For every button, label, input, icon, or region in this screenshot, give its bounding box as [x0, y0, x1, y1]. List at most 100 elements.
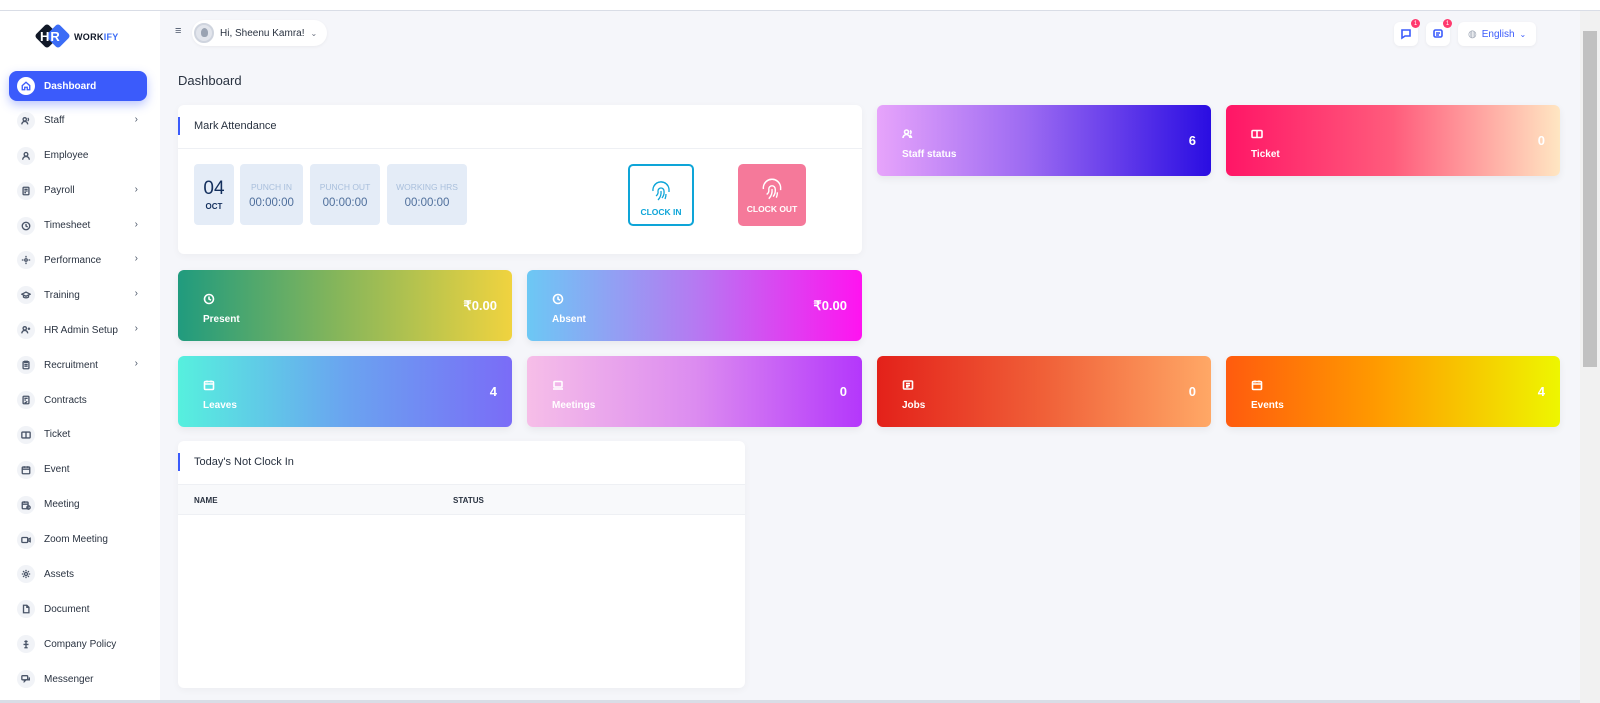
chevron-right-icon: › [134, 253, 138, 265]
absent-tile[interactable]: Absent ₹0.00 [527, 270, 862, 341]
tile-value: 0 [1188, 384, 1196, 399]
sidebar-item-assets[interactable]: Assets [9, 559, 147, 589]
logo-text: WORKIFY [74, 32, 119, 42]
sidebar-item-label: Company Policy [44, 638, 117, 650]
working-hrs-label: WORKING HRS [396, 182, 458, 192]
sidebar-item-label: Meeting [44, 499, 80, 511]
sidebar-item-label: Assets [44, 568, 75, 580]
chevron-right-icon: › [134, 323, 138, 335]
news-icon [902, 379, 914, 391]
sidebar-item-document[interactable]: Document [9, 594, 147, 624]
clipboard-icon [17, 356, 35, 375]
tile-label: Events [1251, 400, 1284, 411]
sidebar-item-messenger[interactable]: Messenger [9, 664, 147, 694]
clock-in-button[interactable]: CLOCK IN [628, 164, 694, 226]
sidebar-item-label: Zoom Meeting [44, 534, 108, 546]
sidebar-item-hr-admin-setup[interactable]: HR Admin Setup › [9, 315, 147, 345]
chevron-right-icon: › [134, 288, 138, 300]
graduation-cap-icon [17, 286, 35, 305]
tile-label: Absent [552, 314, 586, 325]
clock-in-label: CLOCK IN [640, 207, 682, 217]
clock-out-label: CLOCK OUT [746, 204, 798, 214]
receipt-icon [17, 181, 35, 200]
tile-label: Staff status [902, 149, 957, 160]
file-icon [17, 600, 35, 619]
policy-icon [17, 635, 35, 654]
brand-logo[interactable]: HR WORKIFY [34, 23, 119, 49]
mark-attendance-card: Mark Attendance 04 OCT PUNCH IN 00:00:00… [178, 105, 862, 254]
messages-button[interactable]: 1 [1394, 19, 1420, 46]
present-tile[interactable]: Present ₹0.00 [178, 270, 512, 341]
clock-icon [552, 293, 564, 305]
jobs-tile[interactable]: Jobs 0 [877, 356, 1211, 427]
fingerprint-icon [762, 178, 782, 200]
sidebar-item-payroll[interactable]: Payroll › [9, 176, 147, 206]
sidebar-item-label: Ticket [44, 429, 71, 441]
clock-icon [203, 293, 215, 305]
notification-icon [1433, 29, 1443, 38]
tile-value: 0 [839, 384, 847, 399]
sidebar-item-dashboard[interactable]: Dashboard [9, 71, 147, 101]
sidebar-item-contracts[interactable]: Contracts [9, 385, 147, 415]
tile-label: Leaves [203, 400, 237, 411]
ticket-tile[interactable]: Ticket 0 [1226, 105, 1560, 176]
staff-status-tile[interactable]: Staff status 6 [877, 105, 1211, 176]
sidebar-item-zoom-meeting[interactable]: Zoom Meeting [9, 525, 147, 555]
sidebar-item-label: Messenger [44, 673, 94, 685]
tile-value: 0 [1537, 133, 1545, 148]
meetings-tile[interactable]: Meetings 0 [527, 356, 862, 427]
top-header: ≡ Hi, Sheenu Kamra! ⌄ 1 1 ◍ English ⌄ [160, 11, 1580, 57]
sidebar-item-label: Staff [44, 115, 65, 127]
sidebar-item-meeting[interactable]: Meeting [9, 490, 147, 520]
sidebar-item-ticket[interactable]: Ticket [9, 420, 147, 450]
contract-icon [17, 391, 35, 410]
punch-in-label: PUNCH IN [250, 182, 293, 192]
working-hrs-value: 00:00:00 [404, 197, 450, 209]
working-hrs-box: WORKING HRS 00:00:00 [387, 164, 467, 225]
sidebar-item-employee[interactable]: Employee [9, 141, 147, 171]
logo-mark: HR [34, 23, 71, 49]
sidebar: HR WORKIFY Dashboard Staff › Employee Payrol… [0, 11, 160, 703]
calendar-icon [1251, 379, 1263, 391]
page-title: Dashboard [178, 73, 242, 88]
ticket-icon [1251, 128, 1263, 140]
tile-label: Present [203, 314, 240, 325]
calendar-icon [203, 379, 215, 391]
events-tile[interactable]: Events 4 [1226, 356, 1560, 427]
calendar-icon [17, 460, 35, 479]
browser-top-edge [0, 0, 1600, 11]
chevron-right-icon: › [134, 358, 138, 370]
language-selector[interactable]: ◍ English ⌄ [1458, 22, 1537, 46]
sidebar-item-label: Training [44, 289, 80, 301]
laptop-icon [552, 379, 564, 391]
gear-icon [17, 565, 35, 584]
calendar-time-icon [17, 495, 35, 514]
scrollbar-thumb[interactable] [1583, 31, 1597, 367]
sidebar-item-event[interactable]: Event [9, 455, 147, 485]
vertical-scrollbar[interactable] [1580, 11, 1600, 703]
users-icon [902, 128, 914, 140]
users-icon [17, 111, 35, 130]
tile-label: Jobs [902, 400, 926, 411]
chevron-right-icon: › [134, 113, 138, 125]
not-clock-in-card: Today's Not Clock In NAME STATUS [178, 441, 745, 688]
sidebar-item-company-policy[interactable]: Company Policy [9, 629, 147, 659]
card-header: Today's Not Clock In [178, 441, 745, 485]
menu-toggle-icon[interactable]: ≡ [175, 25, 181, 37]
tile-value: ₹0.00 [813, 298, 847, 313]
notifications-badge: 1 [1443, 19, 1452, 28]
sidebar-item-recruitment[interactable]: Recruitment › [9, 350, 147, 380]
sidebar-item-label: Contracts [44, 394, 87, 406]
sidebar-item-training[interactable]: Training › [9, 280, 147, 310]
sidebar-nav: Dashboard Staff › Employee Payroll › Timesheet… [9, 71, 147, 699]
sidebar-item-performance[interactable]: Performance › [9, 245, 147, 275]
tile-label: Meetings [552, 400, 596, 411]
table-header: NAME STATUS [178, 485, 745, 515]
leaves-tile[interactable]: Leaves 4 [178, 356, 512, 427]
sidebar-item-staff[interactable]: Staff › [9, 106, 147, 136]
user-menu[interactable]: Hi, Sheenu Kamra! ⌄ [192, 20, 328, 46]
sidebar-item-timesheet[interactable]: Timesheet › [9, 211, 147, 241]
video-icon [17, 530, 35, 549]
clock-out-button[interactable]: CLOCK OUT [738, 164, 806, 226]
notifications-button[interactable]: 1 [1426, 19, 1452, 46]
